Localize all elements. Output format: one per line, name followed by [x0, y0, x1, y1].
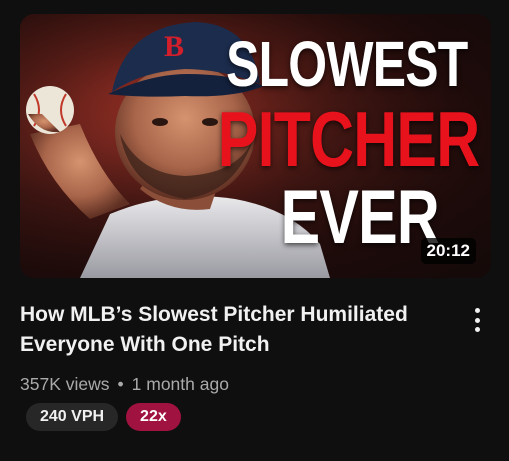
view-count: 357K views [20, 374, 110, 394]
video-duration-badge: 20:12 [420, 238, 476, 264]
video-title[interactable]: How MLB’s Slowest Pitcher Humiliated Eve… [20, 300, 450, 360]
thumbnail-overlay-line-1: SLOWEST [225, 28, 468, 100]
video-card[interactable]: B SLOWEST PITCHER EVER 20:12 How MLB’s S… [0, 0, 509, 461]
video-meta: How MLB’s Slowest Pitcher Humiliated Eve… [20, 300, 491, 431]
more-vertical-icon[interactable] [465, 304, 489, 336]
stats-separator: • [117, 374, 124, 394]
more-dot [474, 308, 480, 313]
video-thumbnail[interactable]: B SLOWEST PITCHER EVER 20:12 [20, 14, 491, 278]
cap-logo: B [164, 30, 185, 63]
video-stats: 357K views • 1 month ago [20, 374, 491, 395]
upload-age: 1 month ago [131, 374, 229, 394]
more-dot [474, 317, 480, 323]
badges-row: 240 VPH 22x [20, 403, 491, 431]
thumbnail-overlay-line-3: EVER [280, 175, 440, 260]
outlier-multiplier-badge: 22x [126, 403, 181, 431]
more-dot [474, 327, 480, 332]
vph-badge: 240 VPH [26, 403, 119, 431]
thumbnail-overlay-line-2: PITCHER [217, 95, 479, 183]
